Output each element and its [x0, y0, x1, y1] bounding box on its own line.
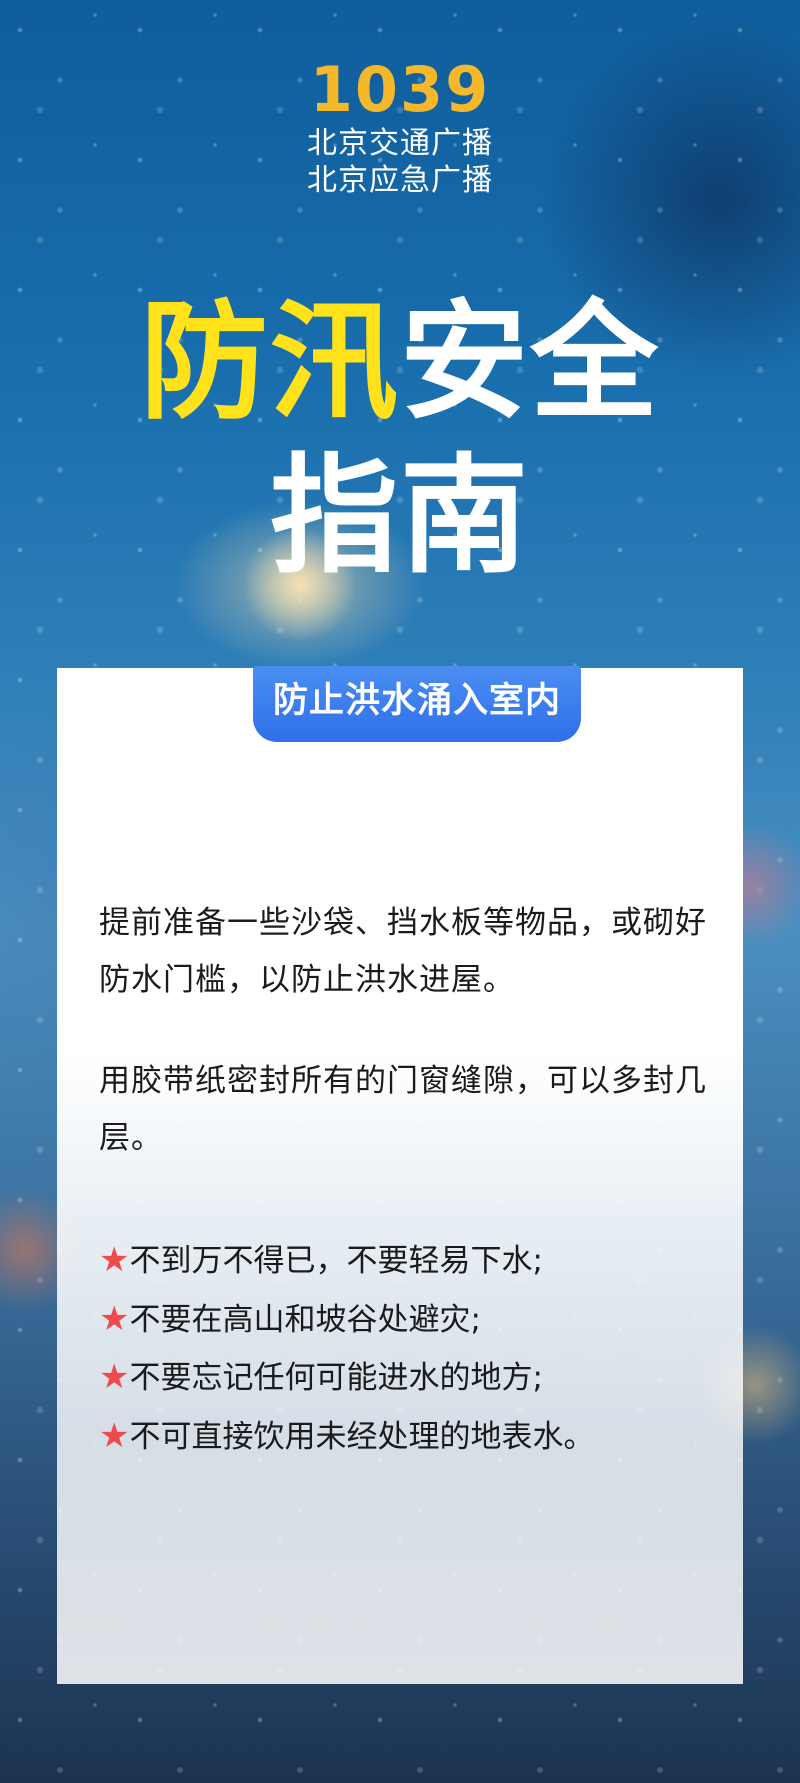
tip-text: 不到万不得已，不要轻易下水;: [129, 1243, 543, 1279]
logo-name-emergency: 北京应急广播: [307, 163, 493, 198]
star-icon: ★: [99, 1357, 130, 1397]
title-highlight: 防汛: [139, 288, 400, 437]
safety-tips-list: ★不到万不得已，不要轻易下水; ★不要在高山和坡谷处避灾; ★不要忘记任何可能进…: [99, 1232, 719, 1466]
page-title-line2: 指南: [269, 442, 530, 591]
page-title: 防汛安全: [0, 293, 800, 433]
tip-text: 不要在高山和坡谷处避灾;: [129, 1301, 481, 1338]
logo-number: 1039: [309, 53, 491, 126]
list-item: ★不要在高山和坡谷处避灾;: [99, 1291, 719, 1350]
tip-text: 不要忘记任何可能进水的地方;: [129, 1360, 543, 1396]
broadcaster-logo: 1039 北京交通广播 北京应急广播: [0, 55, 800, 199]
list-item: ★不可直接饮用未经处理的地表水。: [99, 1408, 719, 1467]
paragraph-1: 提前准备一些沙袋、挡水板等物品，或砌好防水门槛，以防止洪水进屋。: [99, 905, 707, 998]
paragraph-2: 用胶带纸密封所有的门窗缝隙，可以多封几层。: [99, 1063, 707, 1156]
content-card: [57, 668, 743, 1684]
section-tab: 防止洪水涌入室内: [253, 666, 581, 742]
logo-name-traffic: 北京交通广播: [307, 126, 493, 161]
star-icon: ★: [99, 1415, 130, 1456]
star-icon: ★: [99, 1298, 130, 1339]
tip-text: 不可直接饮用未经处理的地表水。: [129, 1418, 595, 1455]
title-rest: 安全: [400, 288, 661, 437]
list-item: ★不要忘记任何可能进水的地方;: [99, 1349, 719, 1408]
list-item: ★不到万不得已，不要轻易下水;: [99, 1232, 719, 1291]
star-icon: ★: [99, 1240, 130, 1280]
